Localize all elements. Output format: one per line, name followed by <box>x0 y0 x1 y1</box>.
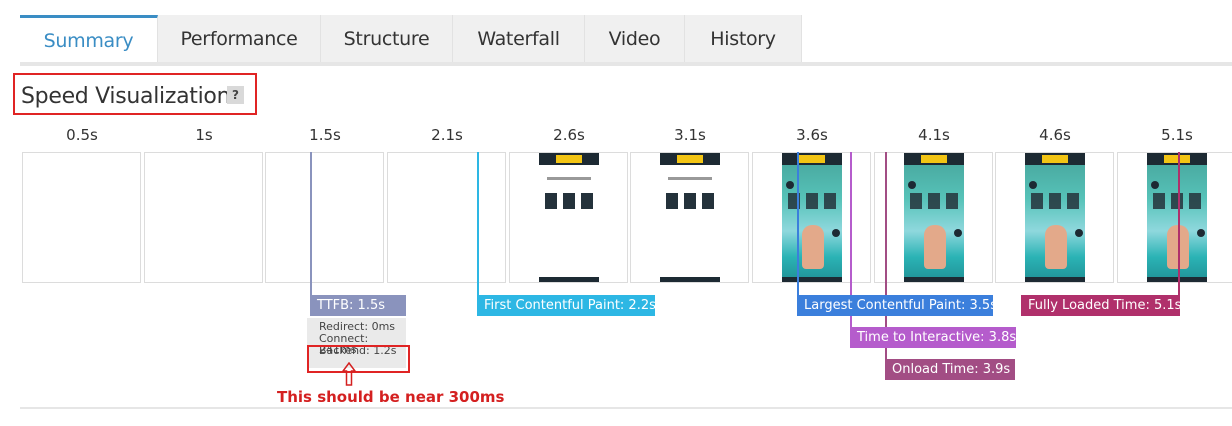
filmstrip-frame[interactable] <box>752 152 871 283</box>
tab-performance[interactable]: Performance <box>158 15 321 63</box>
tab-video[interactable]: Video <box>585 15 685 63</box>
filmstrip-frame[interactable] <box>995 152 1114 283</box>
up-arrow-icon <box>341 361 357 390</box>
page-screenshot <box>782 153 842 282</box>
time-label: 1s <box>195 126 213 144</box>
filmstrip-frame[interactable] <box>509 152 628 283</box>
time-label: 1.5s <box>309 126 341 144</box>
time-label: 3.6s <box>796 126 828 144</box>
help-icon[interactable]: ? <box>227 86 244 104</box>
filmstrip-frame[interactable] <box>387 152 506 283</box>
section-divider <box>20 407 1232 409</box>
filmstrip-frame[interactable] <box>265 152 384 283</box>
fully-loaded-marker-line <box>1178 152 1180 296</box>
page-screenshot <box>660 153 720 282</box>
onload-label[interactable]: Onload Time: 3.9s <box>885 359 1015 380</box>
backend-highlight-box <box>307 345 410 373</box>
time-label: 5.1s <box>1161 126 1193 144</box>
time-label: 0.5s <box>66 126 98 144</box>
page-screenshot <box>1025 153 1085 282</box>
time-label: 3.1s <box>674 126 706 144</box>
ttfb-label[interactable]: TTFB: 1.5s <box>310 295 406 316</box>
tab-bar: Summary Performance Structure Waterfall … <box>20 15 802 63</box>
filmstrip-frame[interactable] <box>144 152 263 283</box>
time-label: 2.1s <box>431 126 463 144</box>
ttfb-marker-line <box>310 152 312 296</box>
tab-waterfall[interactable]: Waterfall <box>453 15 585 63</box>
lcp-label[interactable]: Largest Contentful Paint: 3.5s <box>797 295 997 316</box>
filmstrip-frame[interactable] <box>630 152 749 283</box>
page-screenshot <box>904 153 964 282</box>
fcp-marker-line <box>477 152 479 296</box>
page-screenshot <box>1147 153 1207 282</box>
filmstrip-frame[interactable] <box>22 152 141 283</box>
section-title: Speed Visualization <box>21 84 231 109</box>
time-label: 4.6s <box>1039 126 1071 144</box>
tab-divider <box>20 62 1232 66</box>
tti-label[interactable]: Time to Interactive: 3.8s <box>850 327 1016 348</box>
time-label: 2.6s <box>553 126 585 144</box>
tab-history[interactable]: History <box>685 15 802 63</box>
annotation-note: This should be near 300ms <box>277 388 505 406</box>
page-screenshot <box>539 153 599 282</box>
fcp-label[interactable]: First Contentful Paint: 2.2s <box>477 295 656 316</box>
tab-summary[interactable]: Summary <box>20 15 158 63</box>
time-label: 4.1s <box>918 126 950 144</box>
tab-structure[interactable]: Structure <box>321 15 453 63</box>
filmstrip-frame[interactable] <box>874 152 993 283</box>
lcp-marker-line <box>797 152 799 296</box>
fully-loaded-label[interactable]: Fully Loaded Time: 5.1s <box>1021 295 1181 316</box>
filmstrip-frame[interactable] <box>1117 152 1232 283</box>
